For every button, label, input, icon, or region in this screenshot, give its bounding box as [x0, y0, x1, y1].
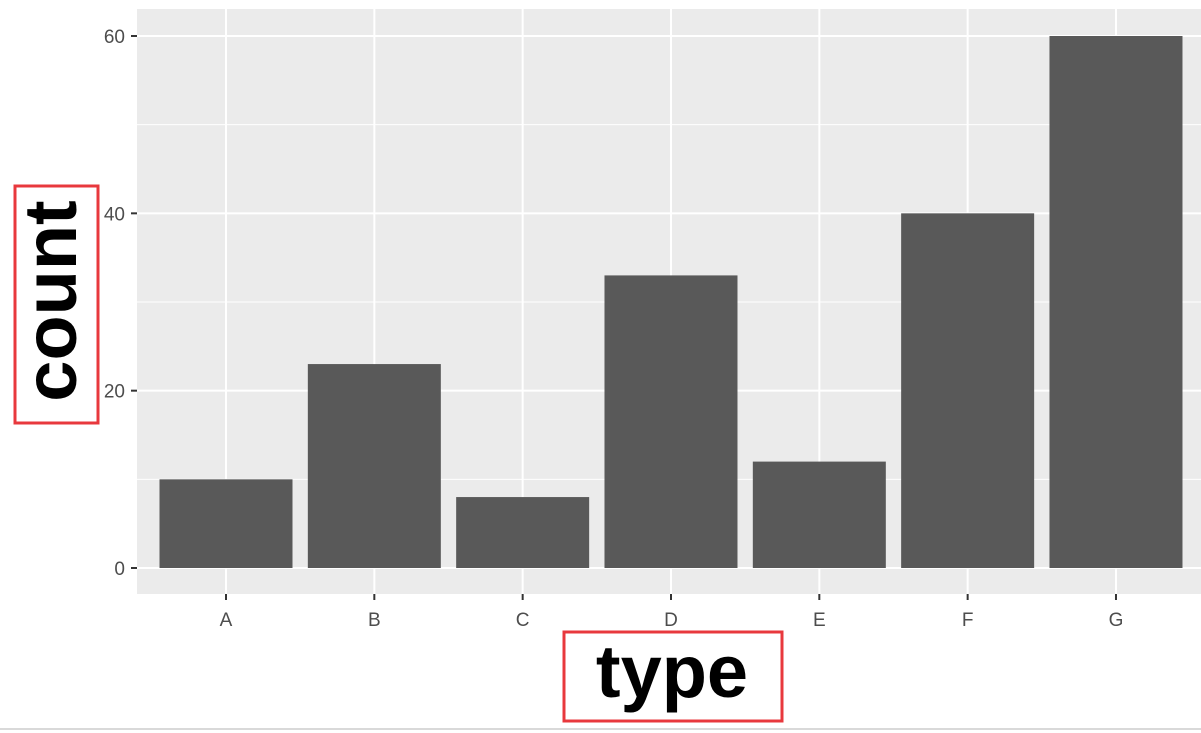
- bar-G: [1049, 36, 1183, 568]
- bar-B: [307, 364, 441, 568]
- y-tick-label: 40: [104, 204, 125, 225]
- x-tick-label: C: [516, 610, 530, 631]
- y-tick-label: 60: [104, 27, 125, 48]
- bar-C: [456, 497, 590, 568]
- x-tick-label: E: [813, 610, 826, 631]
- bar-F: [901, 213, 1035, 569]
- x-tick-label: B: [368, 610, 381, 631]
- bar-D: [604, 275, 738, 568]
- x-tick-label: F: [962, 610, 974, 631]
- x-axis: A B C D E F G: [220, 594, 1124, 631]
- x-tick-label: D: [664, 610, 678, 631]
- bar-E: [752, 461, 886, 568]
- x-axis-title: type: [596, 630, 748, 713]
- y-axis-title: count: [9, 200, 92, 401]
- y-tick-label: 0: [114, 559, 125, 580]
- bottom-divider: [0, 728, 1201, 730]
- bar-A: [159, 479, 293, 568]
- x-tick-label: G: [1109, 610, 1124, 631]
- bar-chart: 0 20 40 60 A B C D E F G count type: [9, 9, 1201, 723]
- y-axis: 0 20 40 60: [104, 27, 137, 580]
- y-tick-label: 20: [104, 382, 125, 403]
- x-tick-label: A: [220, 610, 233, 631]
